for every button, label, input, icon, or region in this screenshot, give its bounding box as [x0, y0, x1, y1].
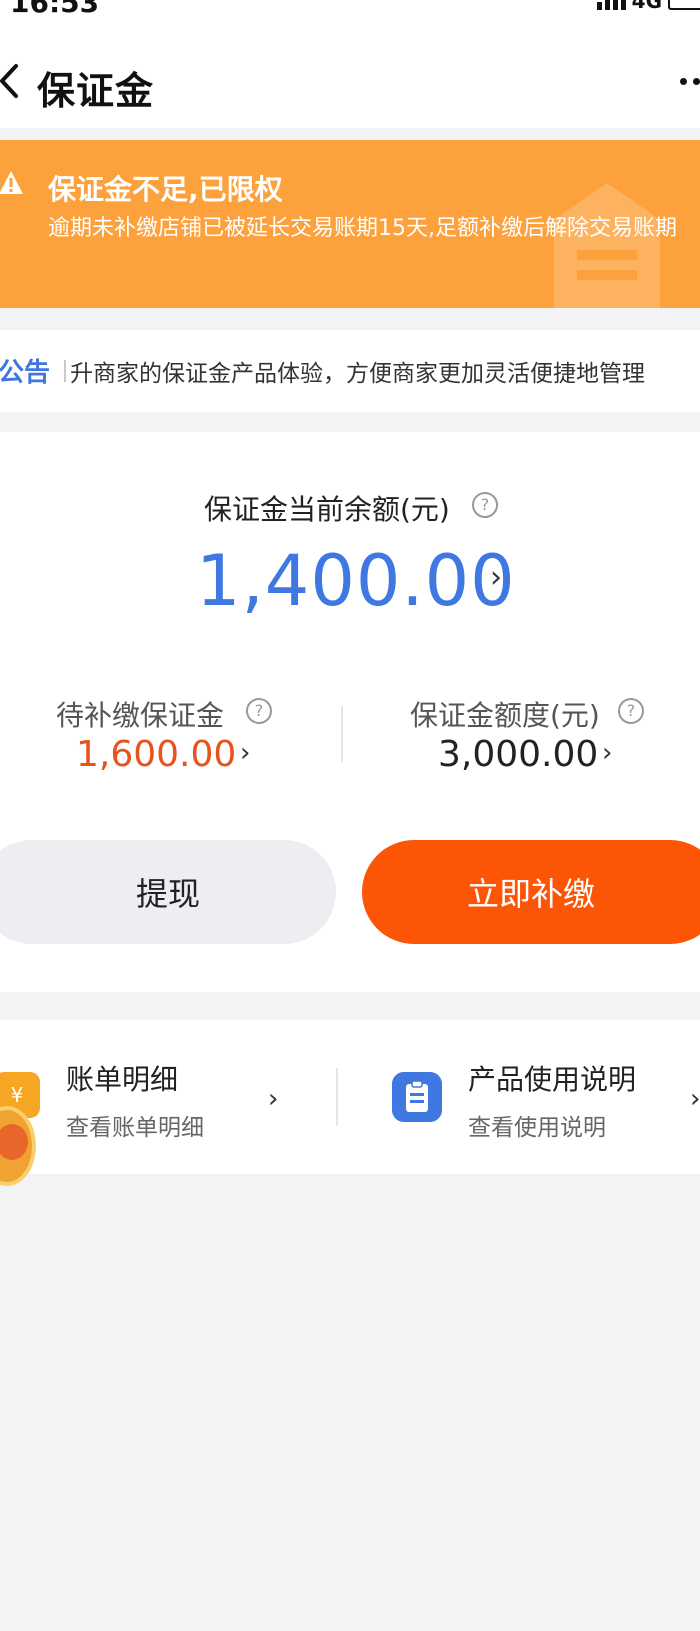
notice-bar[interactable]: 公告 升商家的保证金产品体验，方便商家更加灵活便捷地管理 — [0, 330, 700, 412]
notice-text: 升商家的保证金产品体验，方便商家更加灵活便捷地管理 — [70, 361, 645, 387]
page-title: 保证金 — [37, 69, 155, 113]
links-row: ¥ 账单明细 查看账单明细 › 产品使用说明 查看使用说明 › — [0, 1020, 700, 1174]
chevron-right-icon[interactable]: › — [690, 1084, 700, 1114]
pay-now-button[interactable]: 立即补缴 — [362, 840, 700, 944]
network-type: 4G — [631, 0, 662, 13]
chevron-right-icon[interactable]: › — [490, 560, 502, 595]
signal-icon — [596, 0, 626, 10]
product-guide-title[interactable]: 产品使用说明 — [468, 1058, 636, 1098]
status-bar — [0, 0, 700, 18]
help-icon[interactable]: ? — [472, 492, 498, 518]
alert-title: 保证金不足,已限权 — [48, 173, 283, 206]
balance-card: 保证金当前余额(元) ? 1,400.00 › 待补缴保证金 ? 1,600.0… — [0, 432, 700, 992]
balance-amount[interactable]: 1,400.00 — [196, 540, 516, 622]
bill-detail-subtitle[interactable]: 查看账单明细 — [66, 1108, 204, 1142]
alert-description: 逾期未补缴店铺已被延长交易账期15天,足额补缴后解除交易账期 — [48, 216, 677, 241]
chevron-right-icon[interactable]: › — [602, 738, 612, 768]
notice-divider — [64, 360, 66, 382]
restriction-alert: 保证金不足,已限权 逾期未补缴店铺已被延长交易账期15天,足额补缴后解除交易账期 — [0, 140, 700, 308]
battery-icon — [668, 0, 700, 10]
bill-detail-title[interactable]: 账单明细 — [66, 1058, 178, 1098]
help-icon[interactable]: ? — [618, 698, 644, 724]
balance-label: 保证金当前余额(元) — [204, 493, 450, 526]
notice-label: 公告 — [0, 358, 51, 388]
more-icon[interactable] — [680, 78, 700, 85]
status-indicators: 4G — [596, 0, 700, 13]
deposit-quota-label: 保证金额度(元) — [410, 699, 600, 732]
status-time: 16:53 — [10, 0, 100, 19]
document-icon[interactable] — [392, 1072, 442, 1122]
withdraw-button[interactable]: 提现 — [0, 840, 336, 944]
chevron-right-icon[interactable]: › — [268, 1084, 278, 1114]
deposit-quota-value[interactable]: 3,000.00 — [438, 734, 598, 775]
help-icon[interactable]: ? — [246, 698, 272, 724]
pending-deposit-label: 待补缴保证金 — [56, 699, 225, 732]
back-icon[interactable] — [0, 62, 22, 100]
warning-icon — [0, 171, 23, 194]
chevron-right-icon[interactable]: › — [240, 738, 250, 768]
product-guide-subtitle[interactable]: 查看使用说明 — [468, 1108, 606, 1142]
links-divider — [336, 1068, 338, 1126]
stats-divider — [341, 706, 343, 762]
pending-deposit-value[interactable]: 1,600.00 — [76, 734, 236, 775]
